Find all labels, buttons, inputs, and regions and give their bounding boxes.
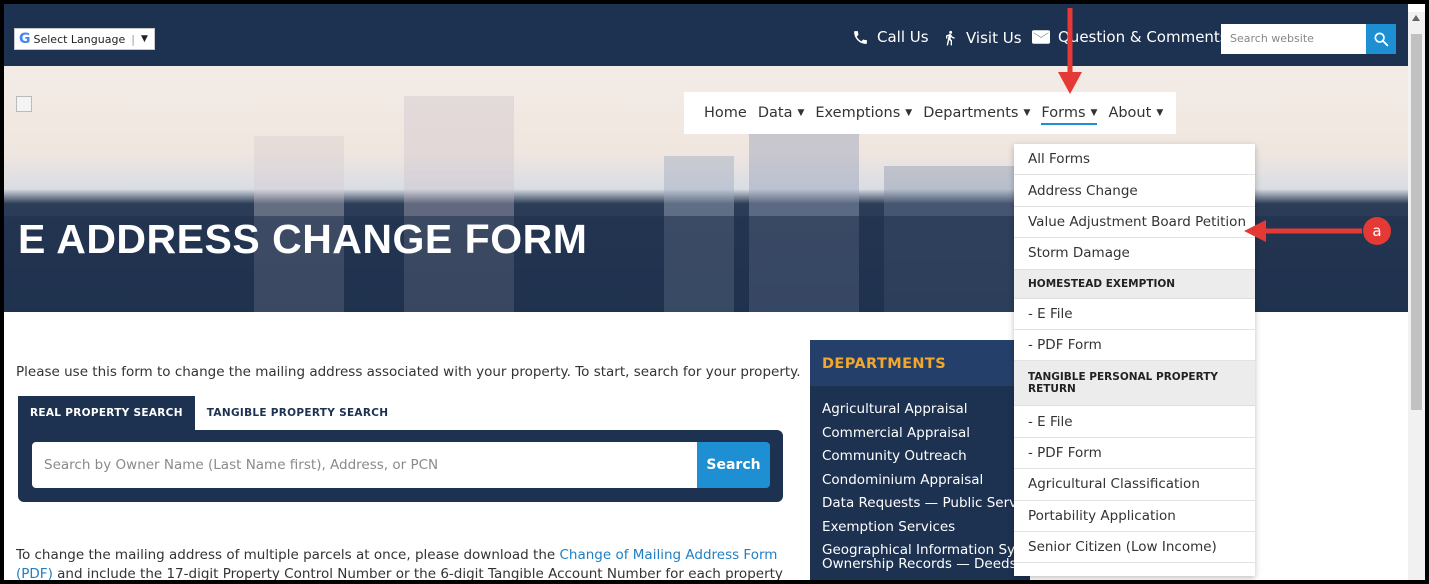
- department-link[interactable]: Commercial Appraisal: [822, 422, 1022, 446]
- menu-item-portability-application[interactable]: Portability Application: [1014, 501, 1255, 532]
- property-search-input[interactable]: Search by Owner Name (Last Name first), …: [32, 442, 697, 488]
- nav-about[interactable]: About ▼: [1108, 105, 1163, 121]
- language-selector[interactable]: G Select Language | ▼: [14, 28, 155, 50]
- nav-home[interactable]: Home: [704, 105, 747, 121]
- phone-icon: [854, 30, 867, 44]
- site-search-input[interactable]: Search website: [1221, 24, 1366, 54]
- language-label: Select Language: [33, 32, 126, 46]
- departments-heading: DEPARTMENTS: [810, 340, 1030, 386]
- call-us-link[interactable]: Call Us: [852, 28, 929, 46]
- menu-item-agricultural-classification[interactable]: Agricultural Classification: [1014, 469, 1255, 501]
- tab-real-property-search[interactable]: REAL PROPERTY SEARCH: [18, 396, 195, 430]
- department-link[interactable]: Geographical Information Sys: [822, 543, 1022, 557]
- tab-tangible-property-search[interactable]: TANGIBLE PROPERTY SEARCH: [194, 396, 401, 430]
- pdf-link[interactable]: (PDF): [16, 566, 53, 580]
- menu-item-value-adjustment-board-petition[interactable]: Value Adjustment Board Petition: [1014, 207, 1255, 239]
- menu-item-address-change[interactable]: Address Change: [1014, 175, 1255, 207]
- visit-us-label: Visit Us: [966, 29, 1022, 47]
- site-search-button[interactable]: [1366, 24, 1396, 54]
- menu-item-tangible-efile[interactable]: - E File: [1014, 406, 1255, 438]
- department-link[interactable]: Condominium Appraisal: [822, 469, 1022, 493]
- site-logo-image[interactable]: [16, 96, 32, 112]
- menu-heading-homestead-exemption: HOMESTEAD EXEMPTION: [1014, 269, 1255, 299]
- menu-item-tangible-pdf-form[interactable]: - PDF Form: [1014, 438, 1255, 470]
- change-mailing-address-form-link[interactable]: Change of Mailing Address Form: [560, 547, 778, 563]
- nav-departments[interactable]: Departments ▼: [923, 105, 1030, 121]
- page-scrollbar[interactable]: [1408, 12, 1425, 580]
- menu-item-all-forms[interactable]: All Forms: [1014, 144, 1255, 176]
- menu-item-homestead-pdf-form[interactable]: - PDF Form: [1014, 330, 1255, 362]
- menu-item-storm-damage[interactable]: Storm Damage: [1014, 238, 1255, 270]
- department-link[interactable]: Community Outreach: [822, 445, 1022, 469]
- departments-list: Agricultural Appraisal Commercial Apprai…: [822, 398, 1022, 571]
- visit-us-link[interactable]: Visit Us: [942, 28, 1022, 48]
- call-us-label: Call Us: [877, 28, 929, 46]
- property-search-button[interactable]: Search: [697, 442, 770, 488]
- nav-data[interactable]: Data ▼: [758, 105, 805, 121]
- caret-down-icon: ▼: [1090, 108, 1098, 118]
- browser-frame: G Select Language | ▼ Call Us Visit Us Q…: [0, 0, 1429, 584]
- menu-item-senior-citizen[interactable]: Senior Citizen (Low Income): [1014, 532, 1255, 564]
- search-tabs: REAL PROPERTY SEARCH TANGIBLE PROPERTY S…: [18, 396, 401, 430]
- page-title: E ADDRESS CHANGE FORM: [18, 216, 588, 262]
- walking-person-icon: [946, 30, 955, 46]
- caret-down-icon: ▼: [797, 108, 805, 118]
- caret-down-icon: ▼: [1156, 108, 1164, 118]
- department-link[interactable]: Agricultural Appraisal: [822, 398, 1022, 422]
- nav-exemptions[interactable]: Exemptions ▼: [815, 105, 912, 121]
- department-link[interactable]: Data Requests — Public Servi: [822, 492, 1022, 516]
- annotation-arrow-left-icon: a: [1244, 217, 1391, 245]
- chevron-down-icon: ▼: [140, 34, 148, 44]
- departments-panel: DEPARTMENTS Agricultural Appraisal Comme…: [810, 340, 1030, 580]
- search-icon: [1374, 32, 1389, 47]
- scroll-up-arrow-icon[interactable]: [1412, 15, 1420, 21]
- intro-text: Please use this form to change the maili…: [16, 364, 801, 380]
- caret-down-icon: ▼: [905, 108, 913, 118]
- multiple-parcels-text: To change the mailing address of multipl…: [16, 547, 783, 582]
- annotation-badge: a: [1372, 222, 1381, 240]
- menu-item-homestead-efile[interactable]: - E File: [1014, 299, 1255, 330]
- utility-bar: G Select Language | ▼ Call Us Visit Us Q…: [4, 4, 1408, 66]
- property-search-panel: Search by Owner Name (Last Name first), …: [18, 430, 783, 502]
- forms-dropdown-menu: All Forms Address Change Value Adjustmen…: [1014, 144, 1255, 576]
- google-icon: G: [19, 31, 31, 47]
- caret-down-icon: ▼: [1023, 108, 1031, 118]
- department-link[interactable]: Exemption Services: [822, 516, 1022, 540]
- scrollbar-thumb[interactable]: [1411, 34, 1422, 410]
- annotation-arrow-down-icon: [1058, 8, 1082, 94]
- department-link[interactable]: Ownership Records — Deeds: [822, 557, 1022, 571]
- menu-heading-tangible-personal-property-return: TANGIBLE PERSONAL PROPERTY RETURN: [1014, 361, 1255, 407]
- nav-forms[interactable]: Forms ▼: [1041, 105, 1098, 125]
